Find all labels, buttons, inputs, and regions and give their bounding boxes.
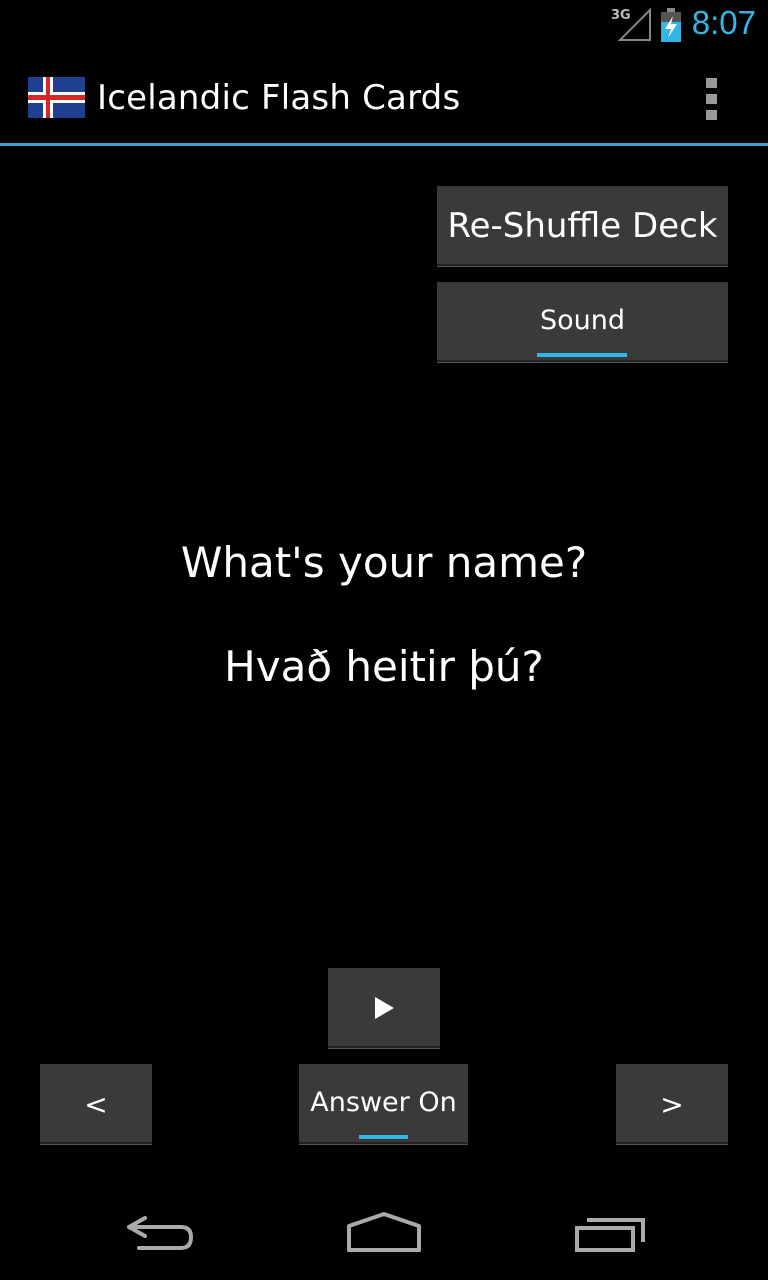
- answer-toggle-button[interactable]: Answer On: [299, 1064, 468, 1144]
- status-bar: 3G 8:07: [0, 0, 768, 50]
- recent-apps-icon[interactable]: [565, 1204, 655, 1260]
- battery-charging-icon: [661, 8, 681, 42]
- reshuffle-deck-button[interactable]: Re-Shuffle Deck: [437, 186, 728, 266]
- next-card-button[interactable]: >: [616, 1064, 728, 1144]
- action-bar: Icelandic Flash Cards: [0, 50, 768, 144]
- app-title: Icelandic Flash Cards: [97, 78, 461, 118]
- previous-card-button[interactable]: <: [40, 1064, 152, 1144]
- reshuffle-deck-label: Re-Shuffle Deck: [447, 206, 718, 246]
- answer-toggle-indicator: [359, 1135, 408, 1139]
- signal-icon: [617, 8, 651, 41]
- sound-toggle-label: Sound: [539, 304, 626, 336]
- overflow-menu-icon[interactable]: [690, 76, 734, 120]
- card-answer: Hvað heitir þú?: [224, 642, 544, 691]
- play-icon: [375, 997, 394, 1019]
- clock: 8:07: [691, 4, 756, 41]
- home-icon[interactable]: [339, 1204, 429, 1260]
- navigation-bar: [0, 1180, 768, 1280]
- next-card-label: >: [660, 1087, 684, 1121]
- iceland-flag-icon[interactable]: [28, 77, 85, 118]
- sound-toggle-indicator: [537, 353, 627, 357]
- sound-toggle-button[interactable]: Sound: [437, 282, 728, 362]
- back-icon[interactable]: [115, 1204, 205, 1260]
- play-sound-button[interactable]: [328, 968, 440, 1048]
- answer-toggle-label: Answer On: [310, 1086, 457, 1118]
- action-bar-divider: [0, 143, 768, 146]
- card-question: What's your name?: [180, 538, 588, 587]
- previous-card-label: <: [84, 1087, 108, 1121]
